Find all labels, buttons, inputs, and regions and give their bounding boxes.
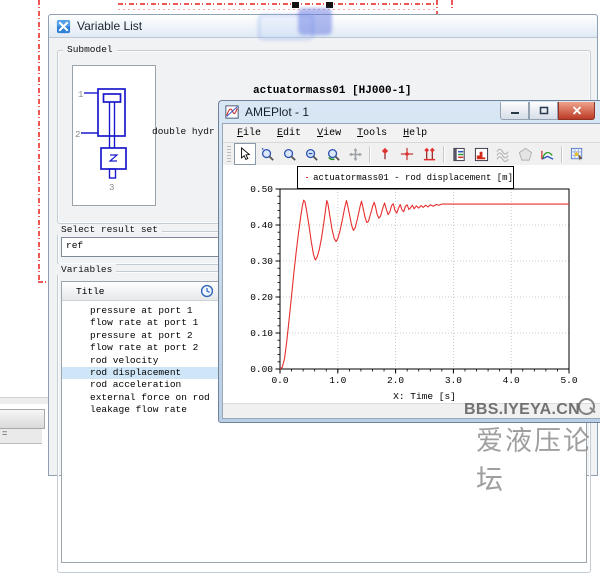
svg-text:0.40: 0.40 [250, 220, 273, 231]
window-controls [500, 102, 595, 120]
clock-icon[interactable] [200, 284, 214, 298]
background-window-fragment [0, 409, 45, 429]
svg-text:0.30: 0.30 [250, 256, 273, 267]
variable-list-icon [56, 19, 71, 34]
svg-text:1.0: 1.0 [329, 375, 346, 386]
toolbar-grip[interactable] [227, 146, 231, 162]
variables-group-label: Variables [57, 264, 116, 275]
minimize-icon [510, 106, 520, 115]
plot-legend: actuatormass01 - rod displacement [m] [297, 166, 514, 189]
minimize-button[interactable] [500, 102, 529, 120]
svg-text:3: 3 [109, 183, 114, 193]
legend-label: actuatormass01 - rod displacement [m] [313, 173, 513, 183]
variable-list-title: Variable List [77, 19, 142, 33]
cross-cursor-icon[interactable] [396, 143, 418, 165]
svg-text:0.00: 0.00 [250, 364, 273, 375]
submodel-icon-panel: 1 2 3 [72, 65, 156, 206]
selection-marquee-right [436, 0, 438, 14]
variables-header-label: Title [76, 286, 105, 297]
svg-text:4.0: 4.0 [503, 375, 520, 386]
svg-text:0.50: 0.50 [250, 184, 273, 195]
background-sketch-artifact [298, 8, 332, 35]
selection-marquee-right2 [451, 0, 453, 8]
svg-text:0.0: 0.0 [271, 375, 288, 386]
toolbar [223, 143, 600, 166]
histogram-icon[interactable] [470, 143, 492, 165]
pointer-tool-icon[interactable] [234, 143, 256, 165]
ameplot-icon [225, 105, 239, 119]
zoom-out-icon[interactable] [300, 143, 322, 165]
pan-icon [344, 143, 366, 165]
toolbar-separator [369, 146, 371, 163]
menu-item-help[interactable]: Help [395, 126, 435, 141]
polar-icon [514, 143, 536, 165]
zoom-in-icon[interactable] [278, 143, 300, 165]
submodel-instance-label: actuatormass01 [HJ000-1] [253, 85, 411, 97]
selection-marquee-left [38, 0, 40, 282]
cursor-icon[interactable] [374, 143, 396, 165]
export-image-icon[interactable] [566, 143, 588, 165]
watermark-text-cn: 爱液压论坛 [476, 419, 600, 497]
toolbar-separator [561, 146, 563, 163]
hydraulic-jack-icon: 1 2 3 [73, 66, 155, 205]
background-window-fragment [0, 397, 48, 404]
legend-line-swatch [306, 177, 308, 178]
plot-manager-icon[interactable] [448, 143, 470, 165]
line-chart: 0.01.02.03.04.05.00.000.100.200.300.400.… [280, 189, 569, 369]
selection-marquee-top-inner [118, 9, 437, 10]
zoom-window-icon[interactable] [256, 143, 278, 165]
menu-bar: FileEditViewToolsHelp [223, 124, 600, 143]
ameplot-title: AMEPlot - 1 [245, 105, 309, 119]
svg-text:2.0: 2.0 [387, 375, 404, 386]
two-cursors-icon[interactable] [418, 143, 440, 165]
3d-plot-icon[interactable] [536, 143, 558, 165]
marquee-handle-left[interactable] [292, 2, 299, 8]
close-button[interactable] [558, 102, 595, 120]
menu-item-tools[interactable]: Tools [349, 126, 395, 141]
svg-text:3.0: 3.0 [445, 375, 462, 386]
toolbar-separator [443, 146, 445, 163]
submodel-description: double hydr [152, 126, 215, 137]
result-set-group-label: Select result set [57, 224, 162, 235]
watermark-text: BBS.IYEYA.CN [464, 401, 580, 419]
menu-item-view[interactable]: View [309, 126, 349, 141]
close-icon [572, 106, 582, 115]
menu-item-file[interactable]: File [229, 126, 269, 141]
ameplot-window: AMEPlot - 1 FileEditViewToolsHelp [218, 100, 600, 423]
background-window-fragment: = [0, 429, 42, 444]
submodel-group-label: Submodel [63, 44, 117, 55]
zoom-previous-icon[interactable] [322, 143, 344, 165]
maximize-icon [539, 106, 549, 115]
ameplot-body: FileEditViewToolsHelp [222, 123, 600, 419]
fft-icon [492, 143, 514, 165]
svg-text:2: 2 [75, 130, 80, 140]
svg-text:0.20: 0.20 [250, 292, 273, 303]
svg-text:1: 1 [78, 90, 83, 100]
maximize-button[interactable] [529, 102, 558, 120]
selection-marquee-top [118, 3, 437, 5]
svg-text:5.0: 5.0 [560, 375, 577, 386]
menu-item-edit[interactable]: Edit [269, 126, 309, 141]
plot-client-area: actuatormass01 - rod displacement [m] 0.… [223, 165, 600, 403]
watermark-logo-icon [578, 398, 595, 415]
svg-text:0.10: 0.10 [250, 328, 273, 339]
